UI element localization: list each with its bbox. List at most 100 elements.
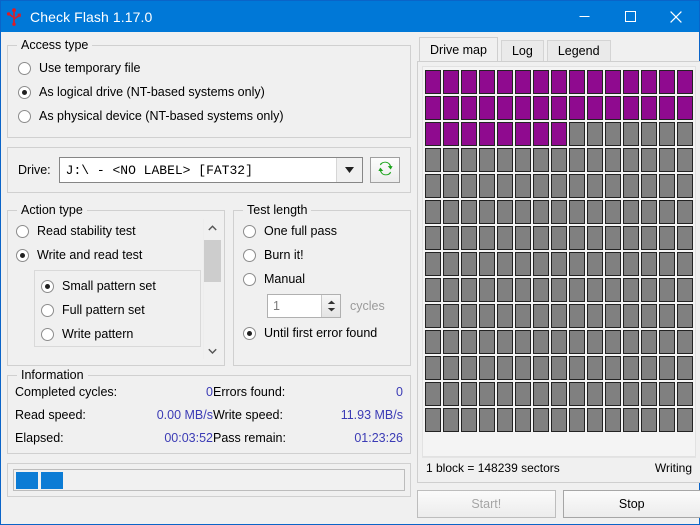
drive-map-cell-empty[interactable]: [479, 174, 495, 198]
drive-map-cell-empty[interactable]: [533, 408, 549, 432]
drive-map-cell-empty[interactable]: [605, 226, 621, 250]
drive-map-cell-empty[interactable]: [569, 408, 585, 432]
drive-map-cell-empty[interactable]: [587, 382, 603, 406]
drive-map-cell-empty[interactable]: [677, 174, 693, 198]
drive-map-cell-empty[interactable]: [623, 408, 639, 432]
drive-map-cell-empty[interactable]: [551, 408, 567, 432]
drive-map-cell-empty[interactable]: [479, 226, 495, 250]
drive-map-cell-written[interactable]: [623, 70, 639, 94]
drive-map-cell-empty[interactable]: [641, 200, 657, 224]
drive-map-cell-empty[interactable]: [569, 356, 585, 380]
drive-map-cell-empty[interactable]: [443, 330, 459, 354]
drive-map-cell-empty[interactable]: [551, 174, 567, 198]
drive-map-cell-empty[interactable]: [425, 226, 441, 250]
radio-write-pattern[interactable]: Write pattern: [41, 322, 200, 346]
drive-map-cell-empty[interactable]: [461, 148, 477, 172]
drive-map-cell-empty[interactable]: [461, 252, 477, 276]
drive-map-cell-empty[interactable]: [551, 356, 567, 380]
drive-map-cell-empty[interactable]: [569, 252, 585, 276]
tab-log[interactable]: Log: [500, 40, 544, 61]
drive-map-cell-empty[interactable]: [659, 304, 675, 328]
drive-map-cell-empty[interactable]: [443, 174, 459, 198]
radio-full-pattern-set[interactable]: Full pattern set: [41, 298, 200, 322]
drive-map-cell-empty[interactable]: [605, 174, 621, 198]
drive-map-cell-written[interactable]: [497, 70, 513, 94]
drive-map-cell-empty[interactable]: [551, 148, 567, 172]
drive-map-cell-empty[interactable]: [677, 356, 693, 380]
drive-map-cell-written[interactable]: [425, 122, 441, 146]
drive-map-cell-empty[interactable]: [461, 330, 477, 354]
drive-map-cell-empty[interactable]: [641, 226, 657, 250]
radio-manual[interactable]: Manual: [243, 267, 402, 291]
drive-map-cell-empty[interactable]: [515, 226, 531, 250]
drive-map-cell-empty[interactable]: [425, 200, 441, 224]
drive-map-cell-empty[interactable]: [623, 252, 639, 276]
drive-map-cell-empty[interactable]: [461, 278, 477, 302]
drive-map-cell-written[interactable]: [425, 70, 441, 94]
radio-as-physical-device[interactable]: As physical device (NT-based systems onl…: [18, 104, 400, 128]
drive-map-cell-empty[interactable]: [533, 252, 549, 276]
drive-map-cell-written[interactable]: [623, 96, 639, 120]
radio-small-pattern-set[interactable]: Small pattern set: [41, 274, 200, 298]
drive-map-cell-empty[interactable]: [479, 382, 495, 406]
drive-map-cell-empty[interactable]: [605, 408, 621, 432]
drive-map-cell-empty[interactable]: [551, 200, 567, 224]
drive-map-cell-empty[interactable]: [551, 382, 567, 406]
drive-map-cell-empty[interactable]: [551, 278, 567, 302]
drive-map-cell-written[interactable]: [677, 70, 693, 94]
drive-map-cell-empty[interactable]: [605, 330, 621, 354]
drive-map-cell-empty[interactable]: [569, 226, 585, 250]
drive-map-cell-empty[interactable]: [533, 304, 549, 328]
drive-map-cell-empty[interactable]: [623, 278, 639, 302]
drive-map-cell-empty[interactable]: [641, 330, 657, 354]
drive-map-cell-empty[interactable]: [605, 278, 621, 302]
drive-map-cell-empty[interactable]: [587, 200, 603, 224]
drive-map-cell-empty[interactable]: [605, 122, 621, 146]
drive-map-cell-empty[interactable]: [605, 356, 621, 380]
drive-map-cell-empty[interactable]: [497, 174, 513, 198]
drive-map-cell-empty[interactable]: [677, 200, 693, 224]
drive-map-cell-empty[interactable]: [425, 382, 441, 406]
drive-map-cell-written[interactable]: [497, 122, 513, 146]
drive-map-cell-empty[interactable]: [461, 356, 477, 380]
drive-map-cell-written[interactable]: [569, 96, 585, 120]
drive-map-cell-empty[interactable]: [443, 252, 459, 276]
radio-burn-it[interactable]: Burn it!: [243, 243, 402, 267]
drive-map-cell-written[interactable]: [443, 70, 459, 94]
drive-map-cell-written[interactable]: [443, 96, 459, 120]
drive-map-cell-written[interactable]: [551, 122, 567, 146]
drive-map-cell-empty[interactable]: [515, 304, 531, 328]
drive-map-cell-written[interactable]: [515, 96, 531, 120]
drive-map-cell-empty[interactable]: [479, 356, 495, 380]
drive-map-cell-written[interactable]: [569, 70, 585, 94]
drive-map-cell-empty[interactable]: [641, 356, 657, 380]
drive-map-cell-empty[interactable]: [659, 278, 675, 302]
drive-map-cell-empty[interactable]: [479, 408, 495, 432]
drive-map-cell-empty[interactable]: [587, 408, 603, 432]
drive-map-cell-empty[interactable]: [677, 304, 693, 328]
chevron-down-icon[interactable]: [204, 342, 221, 359]
drive-map-cell-empty[interactable]: [677, 226, 693, 250]
drive-map-cell-empty[interactable]: [677, 148, 693, 172]
drive-map-cell-written[interactable]: [551, 96, 567, 120]
drive-map-cell-written[interactable]: [677, 96, 693, 120]
drive-map-cell-empty[interactable]: [587, 174, 603, 198]
drive-map-cell-empty[interactable]: [443, 382, 459, 406]
drive-map-cell-empty[interactable]: [677, 252, 693, 276]
drive-map-cell-written[interactable]: [605, 70, 621, 94]
drive-map-cell-empty[interactable]: [659, 252, 675, 276]
tab-legend[interactable]: Legend: [546, 40, 611, 61]
drive-map-cell-empty[interactable]: [641, 382, 657, 406]
refresh-drives-button[interactable]: [370, 157, 400, 183]
drive-map-cell-empty[interactable]: [641, 278, 657, 302]
drive-map-cell-written[interactable]: [659, 70, 675, 94]
drive-map-cell-empty[interactable]: [515, 382, 531, 406]
drive-map-cell-written[interactable]: [497, 96, 513, 120]
drive-map-cell-empty[interactable]: [497, 330, 513, 354]
drive-map-cell-empty[interactable]: [587, 226, 603, 250]
drive-map-cell-empty[interactable]: [443, 278, 459, 302]
drive-map-cell-empty[interactable]: [461, 382, 477, 406]
drive-map-cell-empty[interactable]: [443, 148, 459, 172]
drive-map-cell-empty[interactable]: [659, 330, 675, 354]
action-type-scrollbar[interactable]: [203, 219, 221, 359]
